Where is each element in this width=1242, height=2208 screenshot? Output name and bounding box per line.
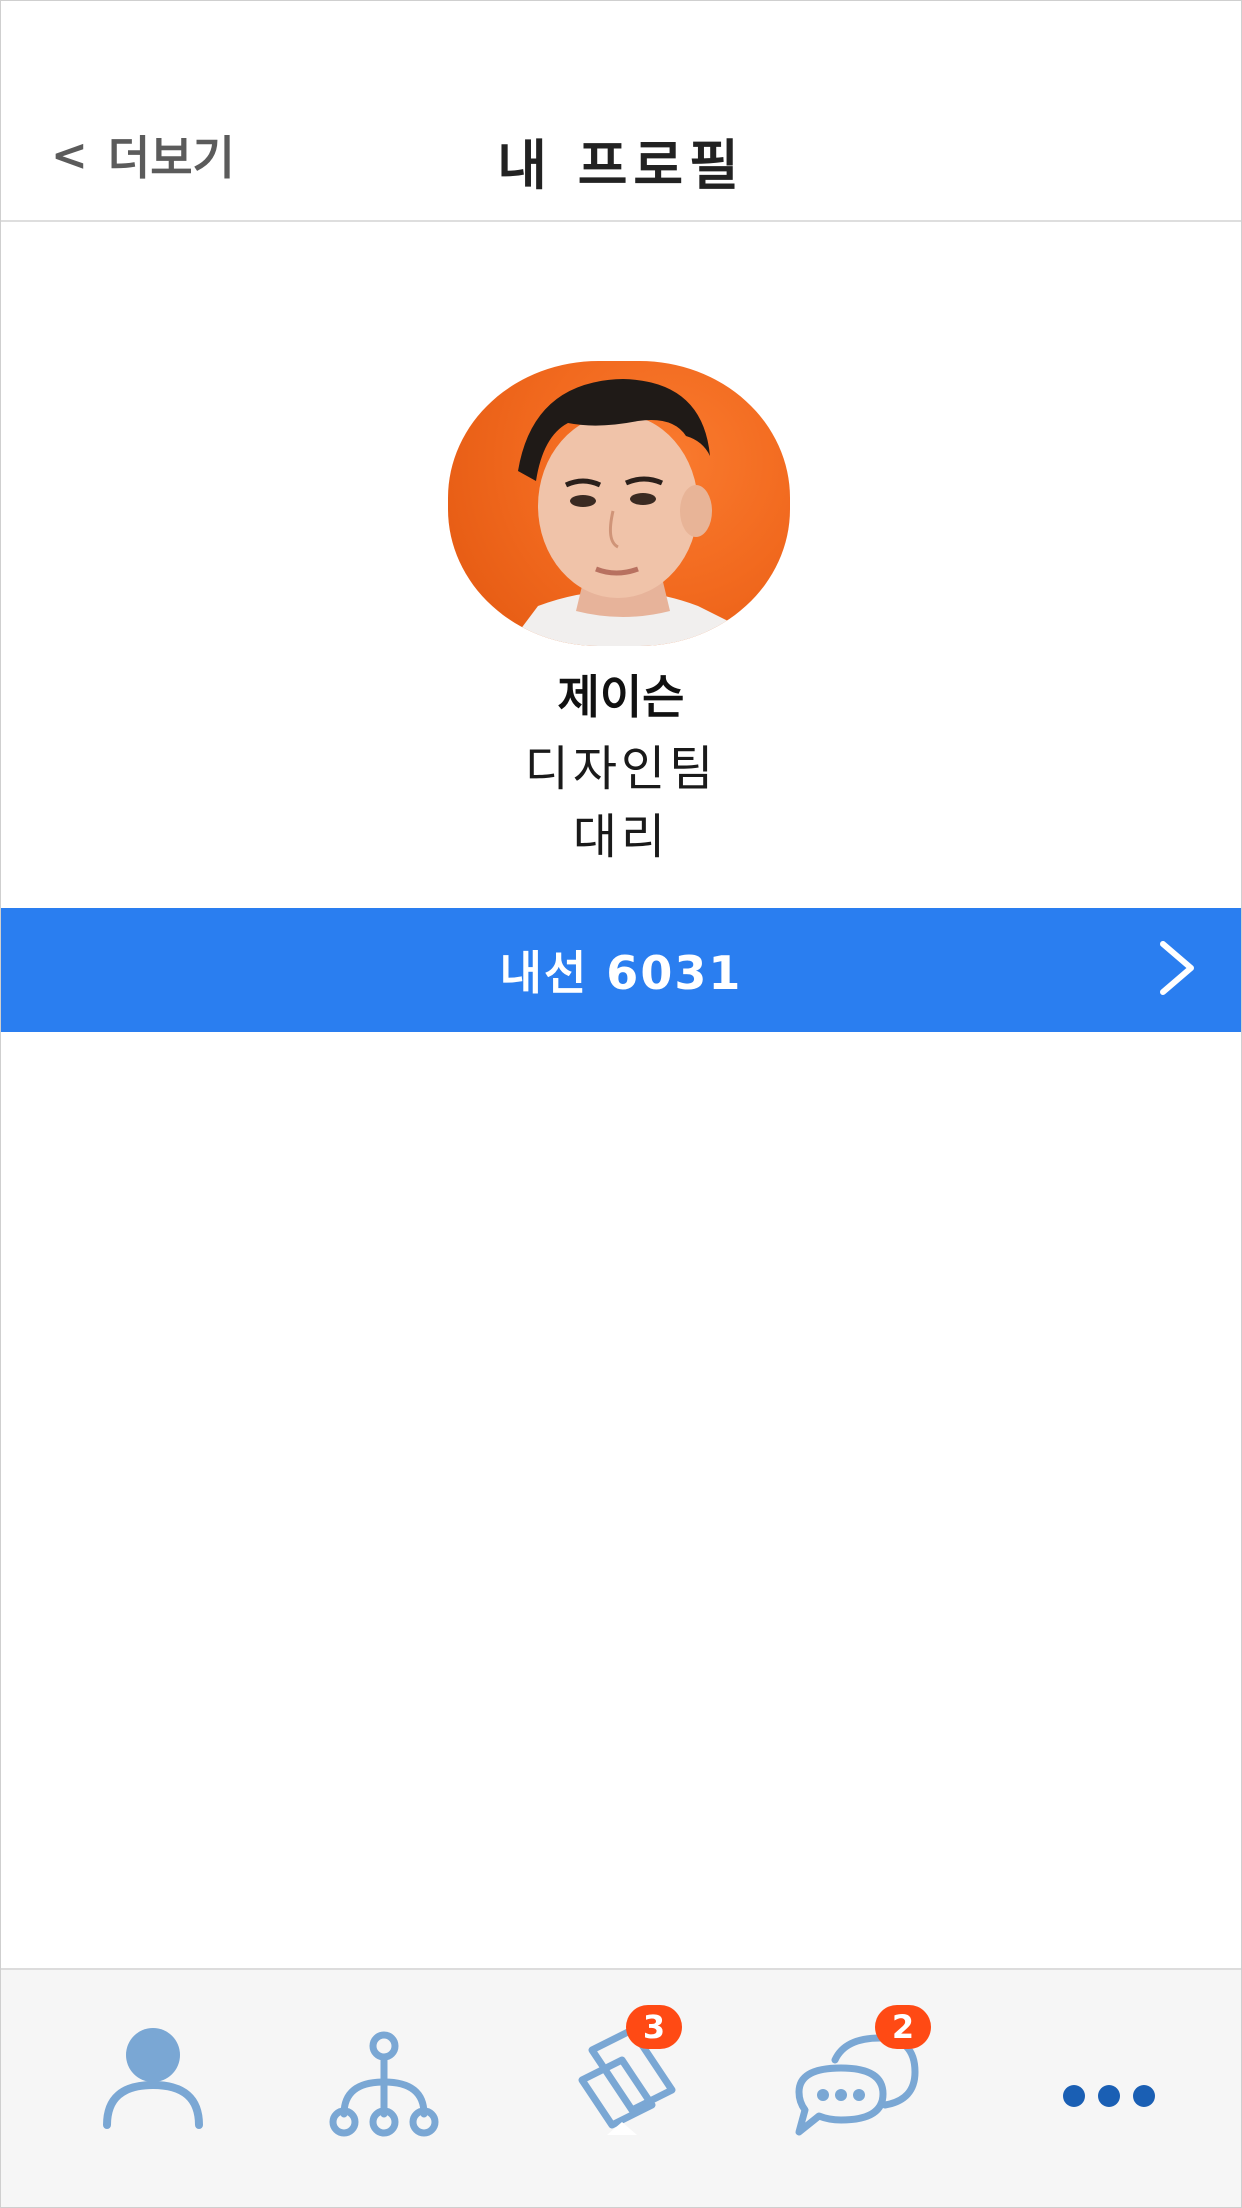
person-icon [103,2028,203,2129]
profile-team: 디자인팀 [524,741,718,797]
avatar [448,361,790,646]
app-screen: < 더보기 내 프로필 제이슨 디자인팀 대리 내선 6031 3 2 [0,0,1242,2208]
tab-bar: 3 2 [1,1968,1241,2207]
notes-badge: 3 [626,2005,682,2049]
tab-profile[interactable] [83,2010,223,2140]
extension-label: 내선 6031 [499,946,743,1000]
avatar-portrait-image [508,379,778,646]
org-chart-icon [329,2031,439,2137]
tab-more[interactable] [1039,2010,1179,2140]
chevron-right-icon [1160,941,1194,995]
more-icon [1063,2085,1155,2107]
extension-bar[interactable]: 내선 6031 [1,908,1241,1032]
tab-organization[interactable] [314,2010,454,2140]
profile-rank: 대리 [572,809,670,865]
profile-name: 제이슨 [557,670,685,724]
chat-badge: 2 [875,2005,931,2049]
page-title: 내 프로필 [497,134,745,197]
header: < 더보기 내 프로필 [1,1,1241,222]
